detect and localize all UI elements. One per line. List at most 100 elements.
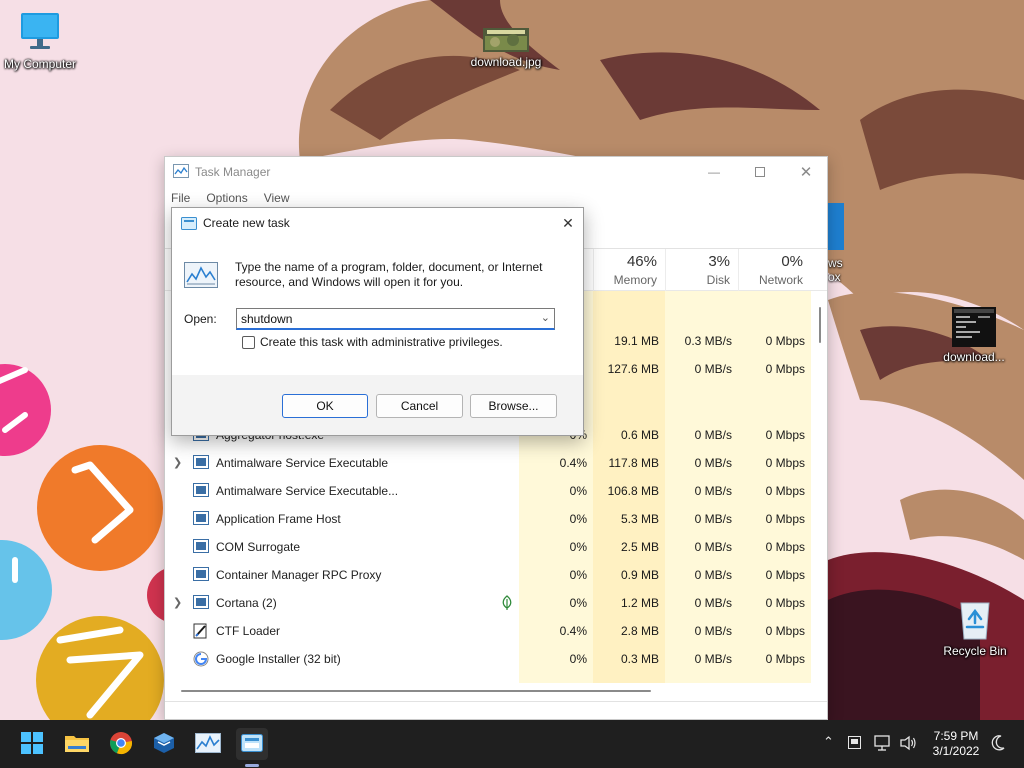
- table-row[interactable]: Google Installer (32 bit) 0% 0.3 MB 0 MB…: [165, 645, 811, 673]
- network-icon[interactable]: [874, 735, 892, 754]
- memory-cell: 0.6 MB: [620, 428, 659, 442]
- network-cell: 0 Mbps: [765, 484, 805, 498]
- close-icon: ✕: [562, 214, 574, 231]
- process-name: Container Manager RPC Proxy: [216, 568, 382, 582]
- network-cell: 0 Mbps: [765, 362, 805, 376]
- open-input[interactable]: [237, 311, 527, 326]
- chevron-right-icon[interactable]: ❯: [173, 596, 182, 609]
- network-label: Network: [758, 273, 803, 287]
- process-name: Application Frame Host: [216, 512, 341, 526]
- table-row[interactable]: Container Manager RPC Proxy 0% 0.9 MB 0 …: [165, 561, 811, 589]
- network-cell: 0 Mbps: [765, 334, 805, 348]
- column-header-network[interactable]: 0% Network: [738, 249, 811, 291]
- process-name: COM Surrogate: [216, 540, 301, 554]
- menu-view[interactable]: View: [264, 191, 290, 205]
- maximize-button[interactable]: [737, 157, 783, 187]
- task-manager-taskbar-icon: [241, 733, 263, 755]
- network-cell: 0 Mbps: [765, 624, 805, 638]
- memory-cell: 2.8 MB: [620, 624, 659, 638]
- file-explorer-taskbar-button[interactable]: [61, 728, 93, 760]
- table-row[interactable]: CTF Loader 0.4% 2.8 MB 0 MB/s 0 Mbps: [165, 617, 811, 645]
- process-icon: [193, 511, 209, 525]
- disk-cell: 0 MB/s: [694, 484, 732, 498]
- minimize-button[interactable]: —: [691, 157, 737, 187]
- admin-privileges-checkbox[interactable]: [242, 335, 255, 349]
- column-header-memory[interactable]: 46% Memory: [593, 249, 665, 291]
- disk-cell: 0 MB/s: [694, 456, 732, 470]
- focus-assist-moon-icon[interactable]: [990, 734, 1006, 755]
- task-manager-titlebar[interactable]: Task Manager — ✕: [165, 157, 827, 187]
- memory-cell: 127.6 MB: [607, 362, 659, 376]
- process-icon: [193, 483, 209, 497]
- open-combobox[interactable]: ⌄: [236, 308, 555, 330]
- minimize-icon: —: [708, 165, 720, 179]
- task-manager-large-icon: [184, 262, 218, 291]
- partial-desktop-icon[interactable]: [828, 203, 844, 250]
- memory-cell: 19.1 MB: [614, 334, 659, 348]
- table-row[interactable]: Antimalware Service Executable... 0% 106…: [165, 477, 811, 505]
- start-button[interactable]: [16, 728, 48, 760]
- resource-monitor-taskbar-button[interactable]: [192, 728, 224, 760]
- table-row[interactable]: Application Frame Host 0% 5.3 MB 0 MB/s …: [165, 505, 811, 533]
- process-name: Cortana (2): [216, 596, 277, 610]
- ok-button[interactable]: OK: [282, 394, 368, 418]
- memory-cell: 117.8 MB: [608, 456, 659, 470]
- memory-label: Memory: [613, 273, 657, 287]
- task-manager-footer: [165, 701, 827, 719]
- network-cell: 0 Mbps: [765, 540, 805, 554]
- my-computer-label: My Computer: [3, 57, 77, 71]
- efficiency-mode-leaf-icon: [501, 595, 513, 614]
- horizontal-scrollbar[interactable]: [165, 685, 811, 697]
- vertical-scrollbar-thumb[interactable]: [819, 307, 821, 343]
- table-row[interactable]: COM Surrogate 0% 2.5 MB 0 MB/s 0 Mbps: [165, 533, 811, 561]
- memory-cell: 0.3 MB: [620, 652, 659, 666]
- horizontal-scrollbar-thumb[interactable]: [181, 690, 651, 692]
- network-cell: 0 Mbps: [765, 456, 805, 470]
- chrome-icon: [109, 731, 133, 758]
- download-jpg-desktop-icon[interactable]: download.jpg: [466, 28, 546, 69]
- recycle-bin-desktop-icon[interactable]: Recycle Bin: [935, 597, 1015, 658]
- disk-cell: 0 MB/s: [694, 624, 732, 638]
- disk-cell: 0 MB/s: [694, 428, 732, 442]
- menu-options[interactable]: Options: [206, 191, 247, 205]
- cpu-cell: 0.4%: [559, 624, 587, 638]
- chevron-up-icon[interactable]: ⌃: [823, 734, 834, 750]
- notification-square-icon[interactable]: [848, 736, 861, 752]
- system-clock[interactable]: 7:59 PM 3/1/2022: [924, 729, 988, 759]
- admin-privileges-option[interactable]: Create this task with administrative pri…: [242, 335, 503, 349]
- disk-cell: 0 MB/s: [694, 652, 732, 666]
- chevron-down-icon[interactable]: ⌄: [541, 311, 550, 324]
- recycle-bin-label: Recycle Bin: [943, 644, 1007, 658]
- download-screenshot-label: download...: [943, 350, 1005, 364]
- download-screenshot-desktop-icon[interactable]: download...: [934, 307, 1014, 364]
- chrome-taskbar-button[interactable]: [105, 728, 137, 760]
- task-manager-taskbar-button[interactable]: [236, 728, 268, 760]
- table-row[interactable]: ❯ Antimalware Service Executable 0.4% 11…: [165, 449, 811, 477]
- disk-cell: 0 MB/s: [694, 596, 732, 610]
- virtualbox-taskbar-button[interactable]: [148, 728, 180, 760]
- dialog-titlebar[interactable]: Create new task ✕: [172, 208, 583, 238]
- cpu-cell: 0%: [569, 568, 587, 582]
- volume-icon[interactable]: [899, 735, 917, 754]
- table-row[interactable]: ❯ Cortana (2) 0% 1.2 MB 0 MB/s 0 Mbps: [165, 589, 811, 617]
- menu-file[interactable]: File: [171, 191, 190, 205]
- memory-cell: 106.8 MB: [607, 484, 659, 498]
- my-computer-desktop-icon[interactable]: My Computer: [0, 10, 80, 71]
- disk-cell: 0 MB/s: [694, 512, 732, 526]
- chevron-right-icon[interactable]: ❯: [173, 456, 182, 469]
- dialog-close-button[interactable]: ✕: [553, 208, 583, 238]
- cancel-button[interactable]: Cancel: [376, 394, 463, 418]
- process-icon: [193, 567, 209, 581]
- taskbar: ⌃ 7:59 PM 3/1/2022: [0, 720, 1024, 768]
- vertical-scrollbar[interactable]: [815, 291, 825, 681]
- open-label: Open:: [184, 312, 217, 326]
- active-app-indicator: [245, 764, 259, 767]
- close-button[interactable]: ✕: [783, 157, 827, 187]
- google-installer-icon: [193, 651, 209, 667]
- column-header-disk[interactable]: 3% Disk: [665, 249, 738, 291]
- recycle-bin-icon: [955, 597, 995, 641]
- cpu-cell: 0%: [569, 596, 587, 610]
- disk-cell: 0 MB/s: [694, 568, 732, 582]
- browse-button[interactable]: Browse...: [470, 394, 557, 418]
- performance-graph-icon: [195, 732, 221, 756]
